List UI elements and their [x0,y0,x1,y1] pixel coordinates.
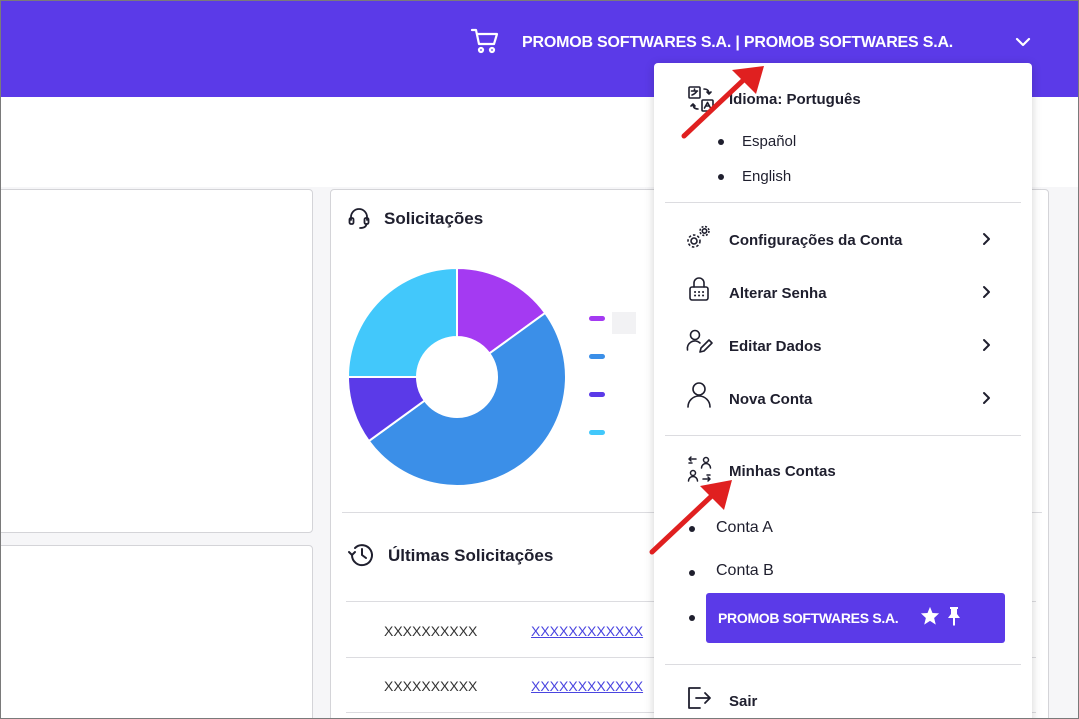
logout-label: Sair [729,693,758,710]
list-bullet [689,570,695,576]
cart-icon[interactable] [470,27,500,55]
account-switcher-label[interactable]: PROMOB SOFTWARES S.A. | PROMOB SOFTWARES… [522,34,953,52]
requests-donut-chart [346,266,567,487]
headset-icon [347,206,371,235]
left-card-bottom [0,545,313,719]
chevron-right-icon [981,232,991,246]
left-card-top [0,189,313,533]
chevron-down-icon[interactable] [1014,34,1032,50]
star-icon[interactable] [920,606,940,630]
table-cell-id: XXXXXXXXXX [384,623,478,639]
legend-label-placeholder [612,312,636,334]
pin-icon[interactable] [946,606,962,631]
legend-swatch [589,430,605,435]
menu-divider [665,435,1021,436]
logout-icon [686,685,712,716]
my-accounts-label: Minhas Contas [729,463,836,480]
legend-swatch [589,392,605,397]
table-cell-link[interactable]: XXXXXXXXXXXX [531,623,643,639]
history-icon [346,541,376,574]
legend-swatch [589,354,605,359]
menu-item-label: Configurações da Conta [729,232,903,249]
table-cell-id: XXXXXXXXXX [384,678,478,694]
user-edit-icon [686,328,714,361]
account-option-b[interactable]: Conta B [716,562,774,580]
gears-icon [686,224,712,255]
annotation-arrow-top [681,66,764,139]
list-bullet [689,615,695,621]
annotation-arrow-bottom [649,480,732,555]
lock-icon [688,276,710,307]
menu-item-label: Nova Conta [729,391,813,408]
latest-requests-title: Últimas Solicitações [388,546,554,565]
language-option-english[interactable]: English [742,168,791,185]
user-icon [686,381,712,414]
chevron-right-icon [981,338,991,352]
legend-swatch [589,316,605,321]
list-bullet [718,174,724,180]
chevron-right-icon [981,391,991,405]
menu-divider [665,664,1021,665]
chevron-right-icon [981,285,991,299]
menu-item-label: Editar Dados [729,338,822,355]
active-account-label: PROMOB SOFTWARES S.A. [718,610,899,626]
menu-divider [665,202,1021,203]
requests-card-title: Solicitações [384,209,484,228]
table-cell-link[interactable]: XXXXXXXXXXXX [531,678,643,694]
donut-slice[interactable] [346,266,458,378]
menu-item-label: Alterar Senha [729,285,827,302]
